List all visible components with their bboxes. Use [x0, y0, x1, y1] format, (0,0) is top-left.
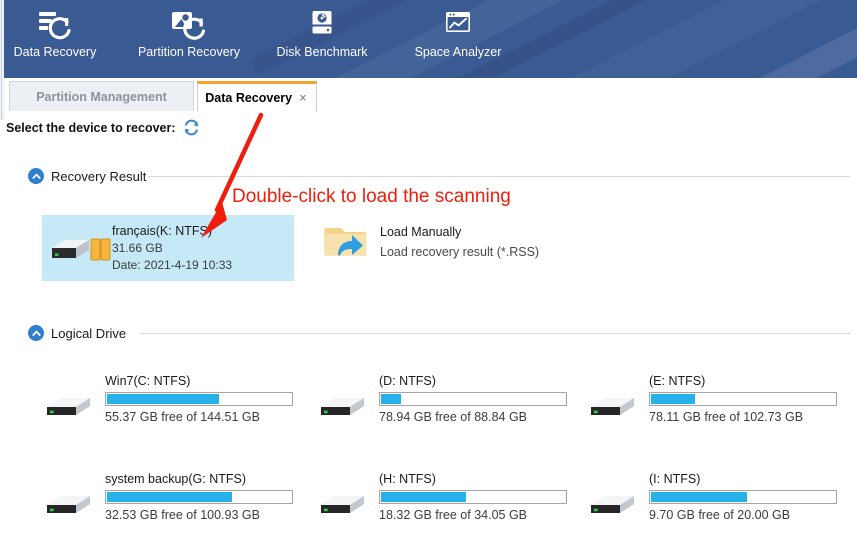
toolbar-label: Space Analyzer — [414, 45, 502, 59]
drive-item[interactable]: (I: NTFS) 9.70 GB free of 20.00 GB — [588, 472, 837, 524]
drive-info: 78.94 GB free of 88.84 GB — [379, 410, 528, 424]
drive-item[interactable]: system backup(G: NTFS) 32.53 GB free of … — [44, 472, 293, 524]
hard-drive-icon — [588, 489, 640, 524]
hard-drive-icon — [44, 489, 96, 524]
load-manually-item[interactable]: Load Manually Load recovery result (*.RS… — [324, 222, 539, 262]
toolbar-label: Data Recovery — [13, 45, 97, 59]
drive-usage-bar — [379, 392, 567, 406]
drive-name: Win7(C: NTFS) — [105, 374, 191, 388]
drive-with-partition-icon — [48, 228, 120, 268]
drive-name: (E: NTFS) — [649, 374, 706, 388]
toolbar-label: Disk Benchmark — [276, 45, 368, 59]
space-analyzer-icon — [441, 7, 475, 43]
tab-label: Data Recovery — [205, 90, 293, 105]
folder-import-icon — [324, 222, 368, 262]
hard-drive-icon — [318, 391, 370, 426]
drive-body: (E: NTFS) 78.11 GB free of 102.73 GB — [649, 374, 837, 424]
drive-info: 55.37 GB free of 144.51 GB — [105, 410, 260, 424]
drive-usage-fill — [651, 394, 696, 404]
drive-name: (H: NTFS) — [379, 472, 436, 486]
drive-name: (D: NTFS) — [379, 374, 436, 388]
section-header-logical-drive[interactable]: Logical Drive — [28, 325, 126, 341]
tab-bar: Partition Management Data Recovery × — [0, 78, 857, 112]
window-edge-sliver — [0, 0, 4, 120]
toolbar-label: Partition Recovery — [137, 45, 241, 59]
drive-usage-bar — [649, 490, 837, 504]
drive-info: 78.11 GB free of 102.73 GB — [649, 410, 804, 424]
drive-name: (I: NTFS) — [649, 472, 701, 486]
main-toolbar: Data Recovery Partition Recovery Disk Be… — [0, 0, 513, 78]
partition-recovery-icon — [172, 7, 206, 43]
content-area: Select the device to recover: Recovery R… — [0, 112, 857, 553]
hard-drive-icon — [588, 391, 640, 426]
app-header: Data Recovery Partition Recovery Disk Be… — [0, 0, 857, 78]
toolbar-item-partition-recovery[interactable]: Partition Recovery — [134, 0, 244, 59]
red-arrow-icon — [185, 110, 285, 250]
load-manually-text: Load Manually Load recovery result (*.RS… — [380, 225, 539, 259]
tab-data-recovery[interactable]: Data Recovery × — [197, 81, 317, 112]
window-edge-sliver — [0, 78, 5, 553]
drive-name: system backup(G: NTFS) — [105, 472, 246, 486]
load-manually-subtitle: Load recovery result (*.RSS) — [380, 245, 540, 259]
section-header-recovery-result[interactable]: Recovery Result — [28, 168, 146, 184]
app-window: Data Recovery Partition Recovery Disk Be… — [0, 0, 857, 553]
disk-benchmark-icon — [305, 7, 339, 43]
section-divider — [140, 333, 850, 334]
drive-info: 9.70 GB free of 20.00 GB — [649, 508, 791, 522]
drive-info: 18.32 GB free of 34.05 GB — [379, 508, 528, 522]
drive-usage-fill — [651, 492, 747, 502]
chevron-up-icon[interactable] — [28, 168, 44, 184]
drive-body: (H: NTFS) 18.32 GB free of 34.05 GB — [379, 472, 567, 522]
drive-usage-bar — [105, 490, 293, 504]
recovery-result-date: Date: 2021-4-19 10:33 — [112, 258, 233, 272]
toolbar-item-disk-benchmark[interactable]: Disk Benchmark — [267, 0, 377, 59]
drive-usage-bar — [649, 392, 837, 406]
toolbar-item-space-analyzer[interactable]: Space Analyzer — [403, 0, 513, 59]
drive-info: 32.53 GB free of 100.93 GB — [105, 508, 260, 522]
drive-usage-bar — [105, 392, 293, 406]
tab-partition-management[interactable]: Partition Management — [9, 81, 194, 112]
drive-usage-fill — [107, 394, 220, 404]
drive-body: (D: NTFS) 78.94 GB free of 88.84 GB — [379, 374, 567, 424]
section-title: Logical Drive — [51, 325, 127, 341]
toolbar-item-data-recovery[interactable]: Data Recovery — [0, 0, 110, 59]
close-icon[interactable]: × — [299, 91, 307, 104]
drive-item[interactable]: (D: NTFS) 78.94 GB free of 88.84 GB — [318, 374, 567, 426]
hard-drive-icon — [318, 489, 370, 524]
drive-usage-fill — [381, 394, 402, 404]
tab-label: Partition Management — [36, 90, 167, 104]
annotation-text: Double-click to load the scanning — [232, 186, 511, 207]
drive-item[interactable]: Win7(C: NTFS) 55.37 GB free of 144.51 GB — [44, 374, 293, 426]
section-title: Recovery Result — [51, 168, 147, 184]
drive-body: system backup(G: NTFS) 32.53 GB free of … — [105, 472, 293, 522]
data-recovery-icon — [38, 7, 72, 43]
hard-drive-icon — [44, 391, 96, 426]
drive-usage-bar — [379, 490, 567, 504]
drive-item[interactable]: (H: NTFS) 18.32 GB free of 34.05 GB — [318, 472, 567, 524]
drive-usage-fill — [107, 492, 233, 502]
drive-usage-fill — [381, 492, 466, 502]
select-device-row: Select the device to recover: — [6, 119, 200, 136]
drive-body: Win7(C: NTFS) 55.37 GB free of 144.51 GB — [105, 374, 293, 424]
load-manually-title: Load Manually — [380, 225, 462, 239]
select-device-label: Select the device to recover: — [6, 120, 176, 135]
drive-item[interactable]: (E: NTFS) 78.11 GB free of 102.73 GB — [588, 374, 837, 426]
chevron-up-icon[interactable] — [28, 325, 44, 341]
drive-body: (I: NTFS) 9.70 GB free of 20.00 GB — [649, 472, 837, 522]
